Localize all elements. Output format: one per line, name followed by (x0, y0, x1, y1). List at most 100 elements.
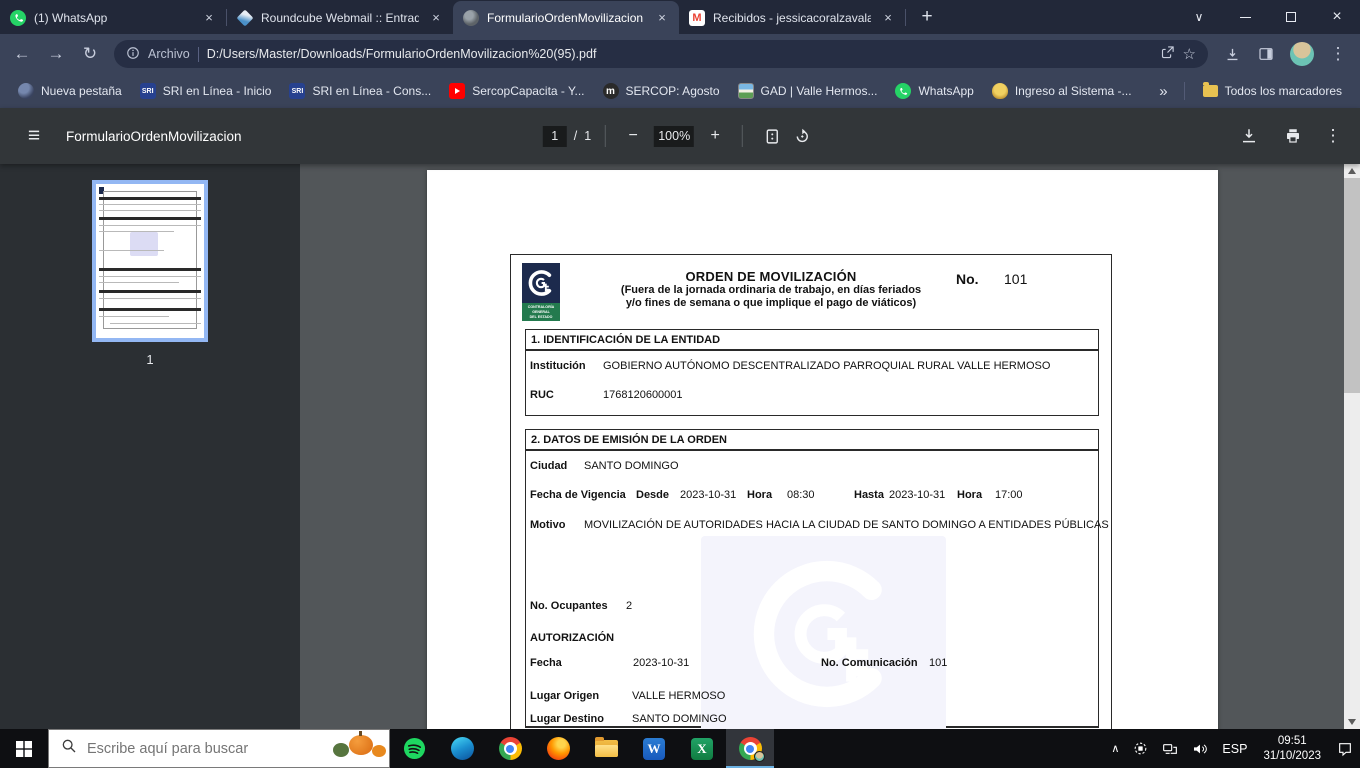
address-bar[interactable]: Archivo D:/Users/Master/Downloads/Formul… (114, 40, 1208, 68)
desde-label: Desde (636, 489, 669, 501)
spotify-icon (403, 737, 426, 760)
tab-close-icon[interactable]: × (427, 9, 445, 27)
all-bookmarks-button[interactable]: Todos los marcadores (1195, 80, 1350, 102)
ruc-label: RUC (530, 389, 554, 401)
zoom-out-icon[interactable]: − (620, 123, 646, 149)
taskbar-clock[interactable]: 09:51 31/10/2023 (1254, 734, 1330, 764)
fit-page-icon[interactable] (757, 121, 787, 151)
bookmark-nueva-pestana[interactable]: Nueva pestaña (10, 79, 130, 103)
pdf-thumbnail-sidebar: 1 (0, 164, 300, 729)
youtube-icon (449, 83, 465, 99)
bookmark-ingreso-sistema[interactable]: Ingreso al Sistema -... (984, 79, 1140, 103)
print-icon[interactable] (1278, 121, 1308, 151)
bookmark-sri-inicio[interactable]: SRI SRI en Línea - Inicio (132, 79, 280, 103)
order-number-label: No. (956, 271, 979, 287)
browser-menu-icon[interactable]: ⋮ (1324, 40, 1352, 68)
start-button[interactable] (0, 729, 48, 768)
origen-value: VALLE HERMOSO (632, 690, 725, 702)
word-icon: W (643, 738, 665, 760)
rotate-icon[interactable] (787, 121, 817, 151)
back-icon[interactable]: ← (8, 40, 36, 68)
gmail-icon: M (689, 10, 705, 26)
destino-label: Lugar Destino (530, 713, 604, 725)
tab-whatsapp[interactable]: (1) WhatsApp × (0, 1, 226, 34)
tab-strip: (1) WhatsApp × Roundcube Webmail :: Entr… (0, 0, 1360, 34)
bookmarks-divider (1184, 82, 1185, 100)
bookmark-label: WhatsApp (918, 84, 973, 98)
tray-app-icon[interactable] (1126, 729, 1155, 768)
side-panel-icon[interactable] (1252, 40, 1280, 68)
new-tab-button[interactable]: + (912, 2, 942, 32)
tab-close-icon[interactable]: × (653, 9, 671, 27)
ocupantes-label: No. Ocupantes (530, 600, 608, 612)
taskbar-edge[interactable] (438, 729, 486, 768)
ruc-value: 1768120600001 (603, 389, 683, 401)
zoom-in-icon[interactable]: + (702, 123, 728, 149)
section2-title-box: 2. DATOS DE EMISIÓN DE LA ORDEN (525, 429, 1099, 450)
action-center-icon[interactable] (1330, 729, 1360, 768)
hasta-label: Hasta (854, 489, 884, 501)
file-info-icon[interactable] (126, 46, 140, 63)
pdf-doc-icon (463, 10, 479, 26)
taskbar-file-explorer[interactable] (582, 729, 630, 768)
browser-toolbar: ← → ↻ Archivo D:/Users/Master/Downloads/… (0, 34, 1360, 74)
share-icon[interactable] (1160, 45, 1175, 63)
taskbar-search-box[interactable] (48, 729, 390, 768)
scrollbar-up-icon[interactable] (1344, 164, 1360, 178)
bookmark-whatsapp[interactable]: WhatsApp (887, 79, 981, 103)
restore-button[interactable] (1268, 0, 1314, 34)
bookmark-star-icon[interactable]: ☆ (1183, 45, 1196, 63)
toolbar-divider (742, 125, 743, 147)
bookmark-sercop-agosto[interactable]: m SERCOP: Agosto (595, 79, 728, 103)
tab-close-icon[interactable]: × (879, 9, 897, 27)
zoom-level-input[interactable]: 100% (654, 126, 694, 147)
download-icon[interactable] (1218, 40, 1246, 68)
volume-icon[interactable] (1185, 729, 1215, 768)
roundcube-icon (237, 10, 253, 26)
taskbar-chrome[interactable] (486, 729, 534, 768)
taskbar-spotify[interactable] (390, 729, 438, 768)
url-text[interactable]: D:/Users/Master/Downloads/FormularioOrde… (207, 47, 1152, 61)
bookmark-sri-consultas[interactable]: SRI SRI en Línea - Cons... (281, 79, 439, 103)
bookmarks-overflow-icon[interactable]: » (1153, 83, 1173, 100)
vertical-scrollbar[interactable] (1344, 164, 1360, 729)
minimize-button[interactable] (1222, 0, 1268, 34)
file-explorer-icon (595, 740, 618, 757)
bookmark-gad-valle-hermoso[interactable]: GAD | Valle Hermos... (730, 79, 886, 103)
tab-search-chevron-icon[interactable]: ∨ (1176, 0, 1222, 34)
taskbar-firefox[interactable] (534, 729, 582, 768)
network-icon[interactable] (1155, 729, 1185, 768)
ocupantes-value: 2 (626, 600, 632, 612)
taskbar-chrome-active[interactable] (726, 729, 774, 768)
edge-icon (451, 737, 474, 760)
forward-icon[interactable]: → (42, 40, 70, 68)
bookmark-label: SRI en Línea - Inicio (163, 84, 272, 98)
search-input[interactable] (87, 741, 313, 757)
tray-expand-icon[interactable]: ∧ (1104, 729, 1126, 768)
language-indicator[interactable]: ESP (1215, 729, 1254, 768)
motivo-label: Motivo (530, 519, 565, 531)
tab-formulario-active[interactable]: FormularioOrdenMovilizacion × (453, 1, 679, 34)
page-number-input[interactable]: 1 (543, 126, 567, 147)
pdf-menu-icon[interactable]: ≡ (22, 124, 46, 148)
bookmark-label: SERCOP: Agosto (626, 84, 720, 98)
tab-roundcube[interactable]: Roundcube Webmail :: Entrada × (227, 1, 453, 34)
page-thumbnail[interactable] (92, 180, 208, 342)
scrollbar-down-icon[interactable] (1344, 715, 1360, 729)
close-button[interactable]: × (1314, 0, 1360, 34)
reload-icon[interactable]: ↻ (76, 40, 104, 68)
pdf-download-icon[interactable] (1234, 121, 1264, 151)
tab-gmail[interactable]: M Recibidos - jessicacoralzavala@g × (679, 1, 905, 34)
bookmark-sercopcapacita[interactable]: SercopCapacita - Y... (441, 79, 592, 103)
taskbar-word[interactable]: W (630, 729, 678, 768)
tab-close-icon[interactable]: × (200, 9, 218, 27)
profile-avatar[interactable] (1290, 42, 1314, 66)
scrollbar-thumb[interactable] (1344, 178, 1360, 393)
pumpkins-decoration (323, 730, 389, 767)
taskbar-excel[interactable]: X (678, 729, 726, 768)
tab-divider (905, 9, 906, 26)
minimize-icon (1240, 17, 1251, 18)
pdf-more-icon[interactable]: ⋮ (1322, 126, 1344, 146)
fecha-value: 2023-10-31 (633, 657, 689, 669)
bookmarks-bar: Nueva pestaña SRI SRI en Línea - Inicio … (0, 74, 1360, 108)
